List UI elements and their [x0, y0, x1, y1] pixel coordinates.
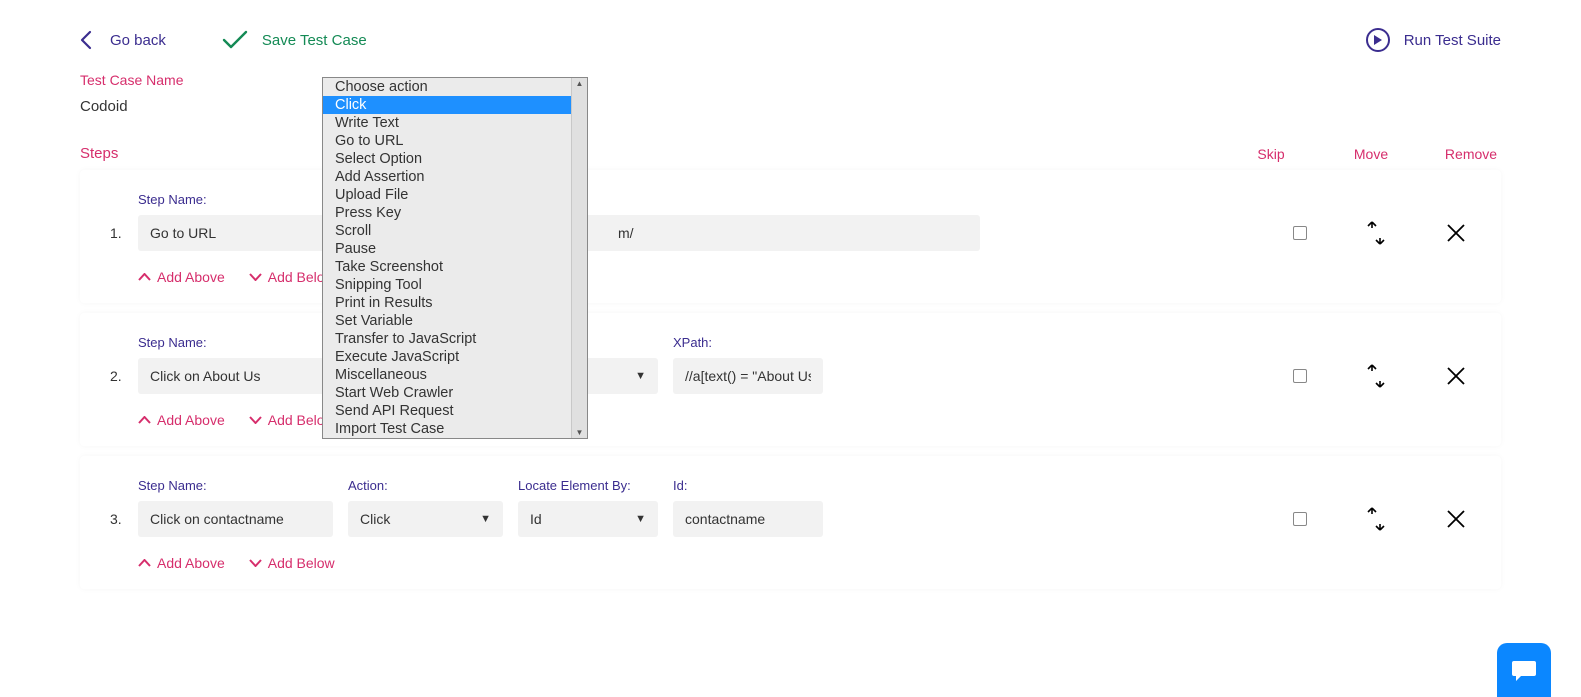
- dropdown-item[interactable]: Click: [323, 96, 587, 114]
- chevron-down-icon: [249, 273, 262, 281]
- step-name-input[interactable]: [138, 501, 333, 537]
- add-above-label: Add Above: [157, 269, 225, 285]
- save-label: Save Test Case: [262, 32, 367, 49]
- step-card-2: Step Name: : XPath: 2. Click ▼ XPath ▼: [80, 313, 1501, 446]
- run-test-suite-button[interactable]: Run Test Suite: [1366, 28, 1501, 52]
- dropdown-item[interactable]: Write Text: [323, 114, 587, 132]
- step-name-label: Step Name:: [138, 478, 348, 493]
- dropdown-item[interactable]: Snipping Tool: [323, 276, 587, 294]
- add-above-label: Add Above: [157, 555, 225, 571]
- chevron-down-icon: [249, 416, 262, 424]
- dropdown-item[interactable]: Print in Results: [323, 294, 587, 312]
- dropdown-item[interactable]: Execute JavaScript: [323, 348, 587, 366]
- step-name-label: Step Name:: [138, 192, 348, 207]
- dropdown-item[interactable]: Transfer to JavaScript: [323, 330, 587, 348]
- remove-button[interactable]: [1445, 222, 1467, 244]
- scroll-up-arrow[interactable]: ▲: [572, 79, 587, 88]
- save-test-case-button[interactable]: Save Test Case: [222, 30, 367, 50]
- move-handle[interactable]: [1365, 508, 1387, 530]
- skip-checkbox[interactable]: [1293, 512, 1307, 526]
- step-card-3: Step Name: Action: Locate Element By: Id…: [80, 456, 1501, 589]
- step-name-input[interactable]: [138, 358, 333, 394]
- header-bar: Go back Save Test Case Run Test Suite: [0, 0, 1581, 72]
- chevron-down-icon: ▼: [635, 370, 646, 382]
- skip-checkbox[interactable]: [1293, 226, 1307, 240]
- action-select-value: Click: [360, 511, 390, 527]
- steps-header: Steps Skip Move Remove: [0, 145, 1581, 170]
- add-below-button[interactable]: Add Below: [249, 555, 335, 571]
- step-number: 2.: [110, 368, 138, 384]
- dropdown-item[interactable]: Set Variable: [323, 312, 587, 330]
- move-col-label: Move: [1341, 146, 1401, 162]
- move-handle[interactable]: [1365, 365, 1387, 387]
- dropdown-item[interactable]: Send API Request: [323, 402, 587, 420]
- chevron-left-icon: [80, 30, 92, 50]
- step-name-input[interactable]: [138, 215, 333, 251]
- test-case-section: Test Case Name Codoid: [0, 72, 1581, 115]
- run-label: Run Test Suite: [1404, 32, 1501, 49]
- scroll-down-arrow[interactable]: ▼: [572, 428, 587, 437]
- add-above-button[interactable]: Add Above: [138, 269, 225, 285]
- chat-button[interactable]: [1497, 643, 1551, 697]
- go-back-label: Go back: [110, 32, 166, 49]
- checkmark-icon: [222, 30, 248, 50]
- test-case-name-value: Codoid: [80, 98, 1501, 115]
- chevron-up-icon: [138, 273, 151, 281]
- id-input[interactable]: [673, 501, 823, 537]
- chevron-down-icon: ▼: [480, 513, 491, 525]
- go-back-button[interactable]: Go back: [80, 30, 166, 50]
- dropdown-item[interactable]: Upload File: [323, 186, 587, 204]
- dropdown-item[interactable]: Go to URL: [323, 132, 587, 150]
- locate-label: Locate Element By:: [518, 478, 673, 493]
- chat-icon: [1511, 658, 1537, 682]
- chevron-down-icon: ▼: [635, 513, 646, 525]
- step-card-1: Step Name: 1. Add Above Add Below: [80, 170, 1501, 303]
- dropdown-item[interactable]: Pause: [323, 240, 587, 258]
- action-dropdown[interactable]: Choose actionClickWrite TextGo to URLSel…: [322, 77, 588, 439]
- dropdown-item[interactable]: Press Key: [323, 204, 587, 222]
- dropdown-item[interactable]: Import Test Case: [323, 420, 587, 438]
- remove-col-label: Remove: [1441, 146, 1501, 162]
- remove-button[interactable]: [1445, 508, 1467, 530]
- locate-select-value: Id: [530, 511, 542, 527]
- action-select[interactable]: Click ▼: [348, 501, 503, 537]
- chevron-up-icon: [138, 559, 151, 567]
- skip-checkbox[interactable]: [1293, 369, 1307, 383]
- dropdown-scrollbar[interactable]: ▲ ▼: [571, 78, 587, 438]
- step-number: 1.: [110, 225, 138, 241]
- dropdown-item[interactable]: Scroll: [323, 222, 587, 240]
- play-icon: [1366, 28, 1390, 52]
- xpath-input[interactable]: [673, 358, 823, 394]
- add-above-label: Add Above: [157, 412, 225, 428]
- dropdown-item[interactable]: Miscellaneous: [323, 366, 587, 384]
- chevron-up-icon: [138, 416, 151, 424]
- locate-select[interactable]: Id ▼: [518, 501, 658, 537]
- dropdown-item[interactable]: Add Assertion: [323, 168, 587, 186]
- step-name-label: Step Name:: [138, 335, 348, 350]
- dropdown-item[interactable]: Select Option: [323, 150, 587, 168]
- dropdown-item[interactable]: Start Web Crawler: [323, 384, 587, 402]
- column-labels: Skip Move Remove: [1241, 146, 1501, 162]
- steps-label: Steps: [80, 145, 118, 162]
- add-above-button[interactable]: Add Above: [138, 555, 225, 571]
- remove-button[interactable]: [1445, 365, 1467, 387]
- xpath-label: XPath:: [673, 335, 712, 350]
- id-label: Id:: [673, 478, 687, 493]
- skip-col-label: Skip: [1241, 146, 1301, 162]
- add-above-button[interactable]: Add Above: [138, 412, 225, 428]
- action-label: Action:: [348, 478, 518, 493]
- dropdown-item[interactable]: Take Screenshot: [323, 258, 587, 276]
- test-case-name-label: Test Case Name: [80, 72, 1501, 88]
- add-below-label: Add Below: [268, 555, 335, 571]
- step-number: 3.: [110, 511, 138, 527]
- dropdown-item[interactable]: Choose action: [323, 78, 587, 96]
- chevron-down-icon: [249, 559, 262, 567]
- move-handle[interactable]: [1365, 222, 1387, 244]
